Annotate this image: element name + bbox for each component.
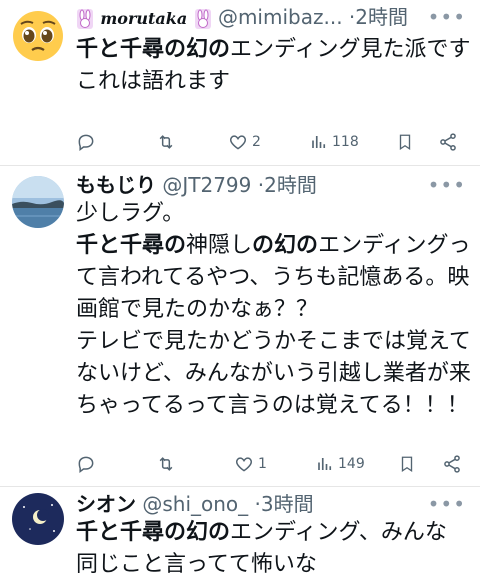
tweet-text: 千と千尋の幻のエンディング、みんな 同じこと言ってて怖いな: [76, 517, 472, 581]
share-icon: [440, 133, 456, 151]
heart-icon: [235, 457, 253, 472]
text: エンディング、みんな: [230, 520, 447, 545]
timestamp[interactable]: 2時間: [264, 173, 317, 197]
bold-text: 千と千尋の幻の: [76, 520, 231, 545]
handle[interactable]: @shi_ono_: [142, 492, 248, 516]
retweet-icon: [159, 135, 173, 149]
night-sky-moon-icon: [12, 493, 64, 545]
avatar[interactable]: [12, 176, 64, 228]
bold-text: 千と千尋の: [76, 233, 187, 258]
timestamp[interactable]: 3時間: [261, 492, 314, 516]
more-dots-icon[interactable]: •••: [428, 489, 466, 519]
text: エンディング: [318, 233, 449, 258]
text: 少しラグ。: [76, 201, 185, 226]
text: エンディング見た派です: [230, 37, 471, 62]
handle[interactable]: @JT2799: [162, 173, 251, 197]
landscape-photo-icon: [12, 176, 64, 228]
handle[interactable]: @mimibaz...: [218, 5, 343, 29]
tweet-header: ももじり @JT2799 ·2時間 •••: [76, 170, 470, 200]
text: テレビで見たかどうかそこまでは覚えてないけど、みんながいう引越し業者が来ちゃって…: [76, 329, 471, 418]
avatar[interactable]: [12, 493, 64, 545]
tweet-actions: 2 118: [76, 128, 466, 156]
text: 神隠し: [186, 233, 253, 258]
display-name[interactable]: ももじり: [76, 173, 156, 197]
retweet-button[interactable]: [156, 450, 176, 478]
avatar[interactable]: [12, 10, 64, 62]
views-icon: [318, 458, 332, 470]
bookmark-icon: [401, 456, 413, 473]
share-icon: [444, 455, 460, 473]
text: これは語れます: [76, 69, 231, 94]
bold-text: の: [252, 233, 275, 258]
rabbit-icon: [76, 8, 94, 30]
tweet-3[interactable]: シオン @shi_ono_ ·3時間 ••• 千と千尋の幻のエンディング、みんな…: [0, 487, 480, 584]
tweet-header: morutaka @mimibaz... ·2時間 •••: [76, 2, 470, 32]
reply-button[interactable]: [76, 128, 96, 156]
retweet-button[interactable]: [156, 128, 176, 156]
share-button[interactable]: [442, 450, 462, 478]
tweet-actions: 1 149: [76, 450, 466, 478]
display-name[interactable]: morutaka: [100, 9, 187, 28]
heart-icon: [229, 135, 247, 150]
reply-icon: [78, 456, 94, 473]
more-dots-icon[interactable]: •••: [428, 170, 466, 200]
tweet-1[interactable]: morutaka @mimibaz... ·2時間 ••• 千と千尋の幻のエンデ…: [0, 0, 480, 165]
bookmark-button[interactable]: [396, 128, 414, 156]
more-dots-icon[interactable]: •••: [428, 2, 466, 32]
tweet-text: 少しラグ。 千と千尋の神隠しの幻のエンディングって言われてるやつ、うちも記憶ある…: [76, 198, 472, 422]
like-button[interactable]: 2: [228, 128, 261, 156]
bookmark-icon: [399, 134, 411, 151]
display-name[interactable]: シオン: [76, 492, 136, 516]
rabbit-icon: [194, 8, 212, 30]
views-count: 149: [338, 456, 365, 472]
tweet-header: シオン @shi_ono_ ·3時間 •••: [76, 489, 470, 519]
like-button[interactable]: 1: [234, 450, 267, 478]
bookmark-button[interactable]: [398, 450, 416, 478]
retweet-icon: [159, 457, 173, 471]
reply-button[interactable]: [76, 450, 96, 478]
timestamp[interactable]: 2時間: [355, 5, 408, 29]
pleading-face-icon: [13, 11, 63, 61]
bold-text: 千と千尋の幻の: [76, 37, 231, 62]
reply-icon: [78, 134, 94, 151]
tweet-text: 千と千尋の幻のエンディング見た派です これは語れます: [76, 34, 472, 98]
views-button[interactable]: 149: [316, 450, 365, 478]
views-button[interactable]: 118: [310, 128, 359, 156]
tweet-2[interactable]: ももじり @JT2799 ·2時間 ••• 少しラグ。 千と千尋の神隠しの幻のエ…: [0, 166, 480, 486]
like-count: 1: [258, 456, 267, 472]
views-icon: [312, 136, 326, 148]
text: 同じこと言ってて怖いな: [76, 552, 317, 577]
views-count: 118: [332, 134, 359, 150]
bold-text: 幻の: [274, 233, 319, 258]
like-count: 2: [252, 134, 261, 150]
share-button[interactable]: [438, 128, 458, 156]
